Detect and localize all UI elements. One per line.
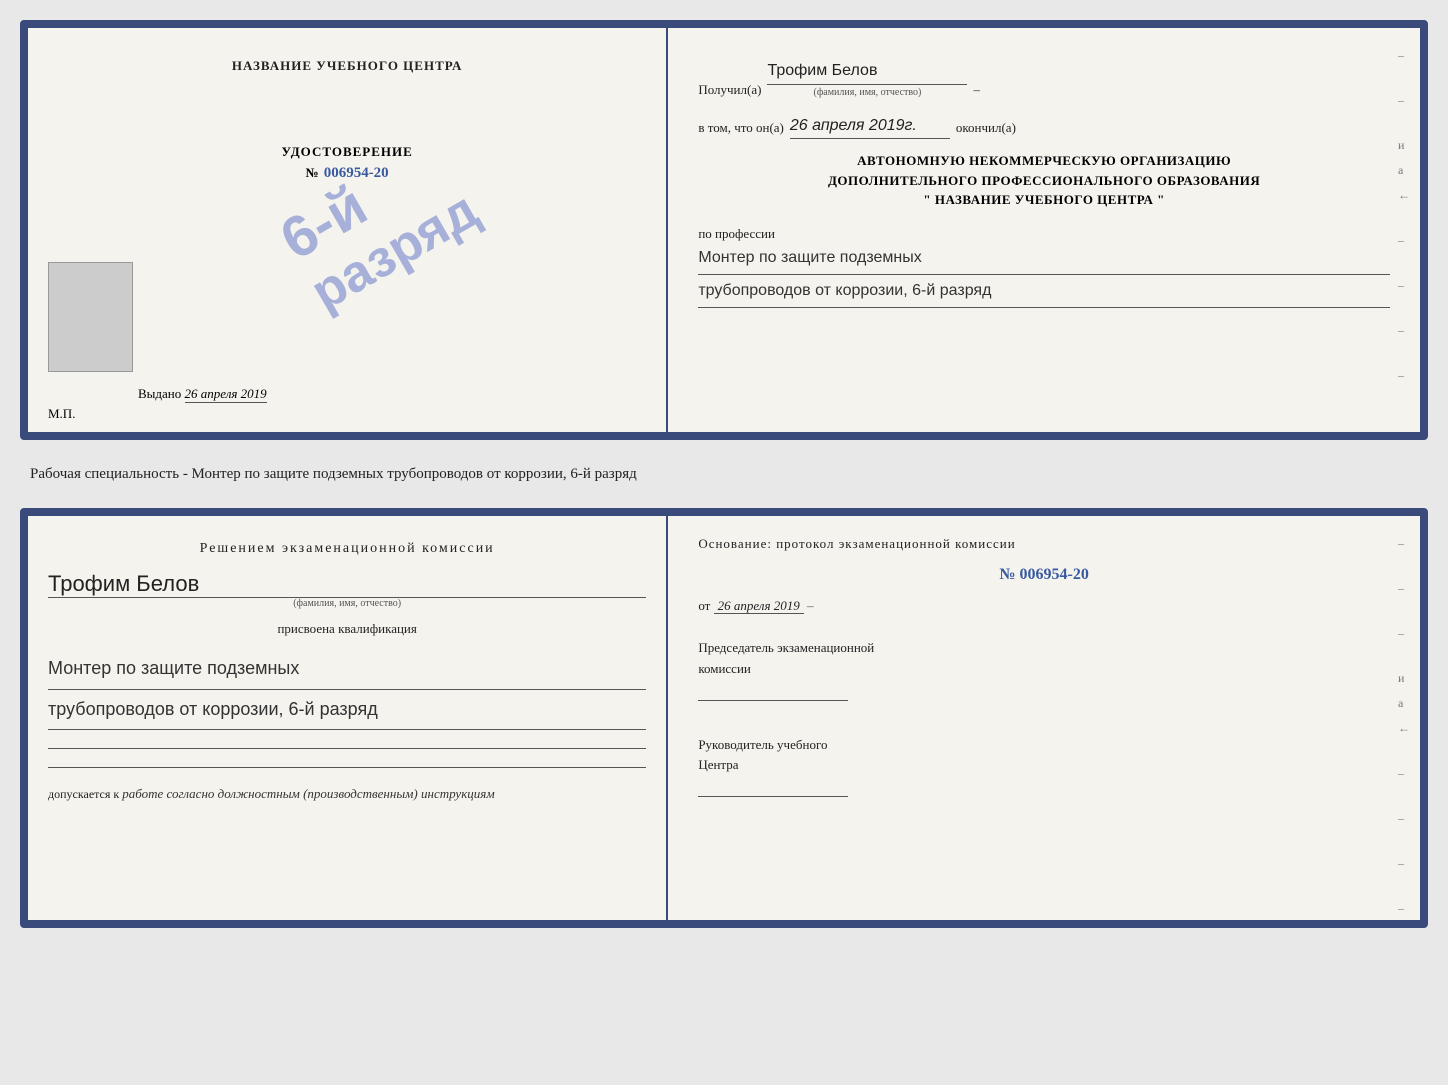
basis-title: Основание: протокол экзаменационной коми… (698, 536, 1390, 552)
finished-label: окончил(а) (956, 118, 1016, 139)
completion-date: 26 апреля 2019г. (790, 113, 950, 140)
assigned-label: присвоена квалификация (48, 621, 646, 637)
received-row: Получил(а) Трофим Белов (фамилия, имя, о… (698, 58, 1390, 101)
dash1: – (973, 80, 980, 101)
stamp-line2: разряд (302, 181, 488, 321)
head-label-line2: Центра (698, 755, 1390, 776)
bottom-document: Решением экзаменационной комиссии Трофим… (20, 508, 1428, 928)
empty-line-2 (48, 767, 646, 768)
dash-after-date: – (807, 598, 814, 613)
received-name: Трофим Белов (767, 58, 967, 85)
org-line1: АВТОНОМНУЮ НЕКОММЕРЧЕСКУЮ ОРГАНИЗАЦИЮ (698, 151, 1390, 171)
allowed-prefix: допускается к (48, 787, 119, 801)
qual-line2: трубопроводов от коррозии, 6-й разряд (48, 690, 646, 731)
profession-line1: Монтер по защите подземных (698, 242, 1390, 275)
org-line3: " НАЗВАНИЕ УЧЕБНОГО ЦЕНТРА " (698, 190, 1390, 210)
top-doc-left: НАЗВАНИЕ УЧЕБНОГО ЦЕНТРА 6-й разряд УДОС… (28, 28, 668, 432)
in-that-row: в том, что он(а) 26 апреля 2019г. окончи… (698, 113, 1390, 140)
issued-label: Выдано (138, 386, 181, 401)
top-document: НАЗВАНИЕ УЧЕБНОГО ЦЕНТРА 6-й разряд УДОС… (20, 20, 1428, 440)
protocol-number-value: 006954-20 (1020, 566, 1089, 583)
allowed-text-block: допускается к работе согласно должностны… (48, 786, 646, 802)
protocol-date-value: 26 апреля 2019 (714, 598, 804, 614)
qualification-lines: Монтер по защите подземных трубопроводов… (48, 649, 646, 730)
bottom-doc-left: Решением экзаменационной комиссии Трофим… (28, 516, 668, 920)
commission-chair: Председатель экзаменационной комиссии (698, 638, 1390, 701)
received-label: Получил(а) (698, 80, 761, 101)
top-doc-right: – – и а ← – – – – Получил(а) Трофим Бело… (668, 28, 1420, 432)
photo-placeholder (48, 262, 133, 372)
cert-label: УДОСТОВЕРЕНИЕ (282, 144, 413, 160)
protocol-prefix: № (999, 566, 1015, 583)
cert-number-block: УДОСТОВЕРЕНИЕ № 006954-20 (282, 144, 413, 182)
bottom-name: Трофим Белов (48, 571, 646, 598)
head-label: Руководитель учебного Центра (698, 735, 1390, 798)
bottom-name-block: Трофим Белов (фамилия, имя, отчество) (48, 571, 646, 609)
qual-line1: Монтер по защите подземных (48, 649, 646, 690)
right-side-dashes: – – и а ← – – – – (1398, 48, 1410, 383)
org-line2: ДОПОЛНИТЕЛЬНОГО ПРОФЕССИОНАЛЬНОГО ОБРАЗО… (698, 171, 1390, 191)
top-left-title: НАЗВАНИЕ УЧЕБНОГО ЦЕНТРА (232, 58, 463, 74)
name-sublabel: (фамилия, имя, отчество) (813, 85, 921, 101)
date-prefix: от (698, 598, 710, 613)
chair-label-line1: Председатель экзаменационной (698, 638, 1390, 659)
protocol-date: от 26 апреля 2019 – (698, 598, 1390, 614)
org-block: АВТОНОМНУЮ НЕКОММЕРЧЕСКУЮ ОРГАНИЗАЦИЮ ДО… (698, 151, 1390, 210)
mp-label: М.П. (48, 406, 75, 422)
bottom-right-side-dashes: – – – и а ← – – – – (1398, 536, 1410, 916)
issued-date-value: 26 апреля 2019 (185, 386, 267, 403)
head-label-line1: Руководитель учебного (698, 735, 1390, 756)
empty-line-1 (48, 748, 646, 749)
protocol-number: № 006954-20 (698, 566, 1390, 584)
profession-line2: трубопроводов от коррозии, 6-й разряд (698, 275, 1390, 308)
middle-text: Рабочая специальность - Монтер по защите… (20, 456, 1428, 492)
in-that-label: в том, что он(а) (698, 118, 784, 139)
bottom-doc-right: – – – и а ← – – – – Основание: протокол … (668, 516, 1420, 920)
chair-signature-line (698, 700, 848, 701)
decision-title: Решением экзаменационной комиссии (48, 541, 646, 557)
chair-label-line2: комиссии (698, 659, 1390, 680)
bottom-name-sublabel: (фамилия, имя, отчество) (48, 598, 646, 609)
profession-block: по профессии Монтер по защите подземных … (698, 226, 1390, 308)
head-signature-line (698, 796, 848, 797)
issued-date: Выдано 26 апреля 2019 (138, 386, 267, 402)
cert-number: 006954-20 (324, 165, 389, 181)
page-wrapper: НАЗВАНИЕ УЧЕБНОГО ЦЕНТРА 6-й разряд УДОС… (20, 20, 1428, 928)
cert-number-prefix: № (306, 165, 320, 180)
profession-label: по профессии (698, 226, 775, 241)
empty-lines (48, 748, 646, 768)
allowed-content: работе согласно должностным (производств… (122, 786, 494, 801)
